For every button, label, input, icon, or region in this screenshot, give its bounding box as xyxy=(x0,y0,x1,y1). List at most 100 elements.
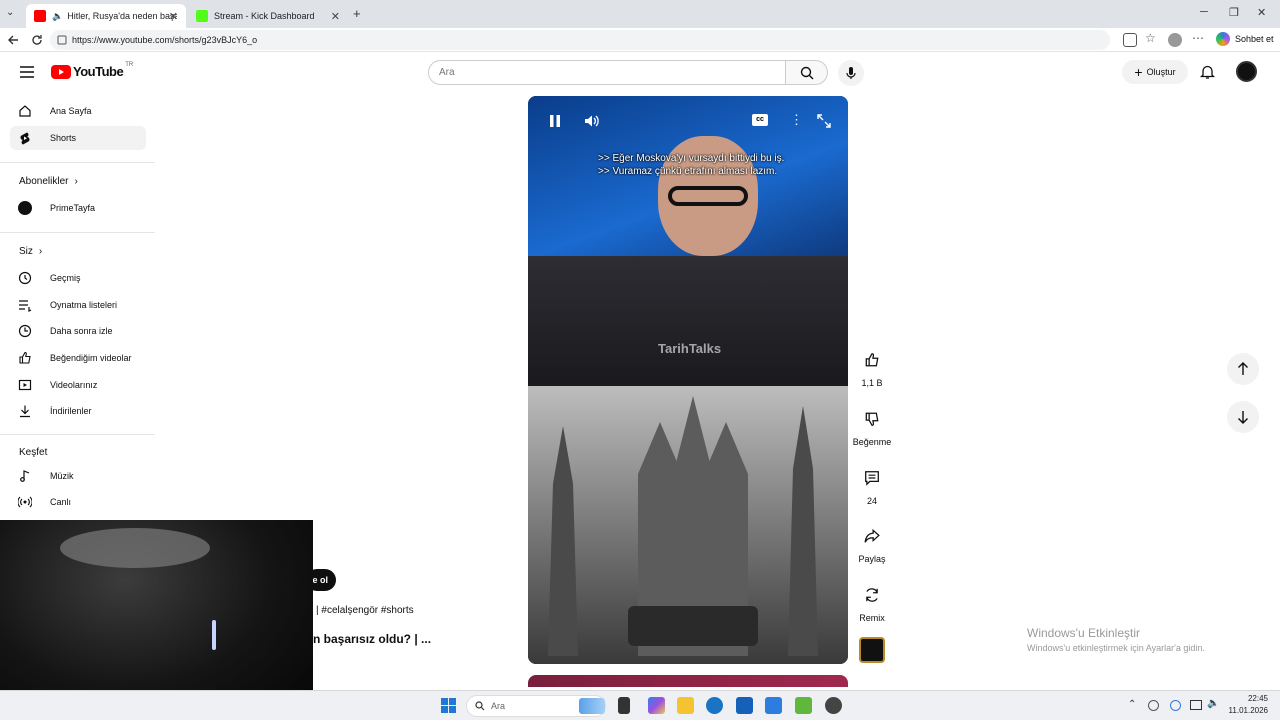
video-frame-kremlin xyxy=(528,386,848,664)
tray-app-icon[interactable] xyxy=(1148,700,1159,711)
create-button[interactable]: + Oluştur xyxy=(1122,60,1188,84)
channel-thumbnail-icon[interactable] xyxy=(859,637,885,663)
taskbar-search[interactable]: Ara xyxy=(466,695,606,717)
browser-extension-icon[interactable] xyxy=(1123,33,1137,47)
history-icon xyxy=(18,271,32,285)
mail-icon[interactable] xyxy=(765,697,782,714)
you-header[interactable]: Siz › xyxy=(19,246,42,257)
sidebar-item-label: Müzik xyxy=(50,471,74,481)
sidebar-item-subscription[interactable]: PrimeTayfa xyxy=(10,196,146,220)
taskbar-clock[interactable]: 22:45 11.01.2026 xyxy=(1224,693,1268,717)
more-options-icon[interactable]: ⋯ xyxy=(1192,31,1204,45)
tank xyxy=(628,606,758,646)
tab-label: Hitler, Rusya'da neden başarı... xyxy=(67,11,178,21)
dislike-button[interactable]: Beğenme xyxy=(850,405,894,447)
next-short-preview[interactable] xyxy=(528,675,848,687)
more-vertical-icon[interactable]: ⋮ xyxy=(790,113,803,126)
video-icon xyxy=(18,379,32,391)
video-title-fragment[interactable]: n başarısız oldu? | ... xyxy=(313,632,431,646)
sidebar-item-playlists[interactable]: Oynatma listeleri xyxy=(10,293,146,317)
clock-date: 11.01.2026 xyxy=(1228,706,1268,715)
new-tab-icon[interactable]: + xyxy=(353,6,361,21)
tab-kick[interactable]: Stream - Kick Dashboard ✕ xyxy=(188,4,348,28)
sidebar-item-live[interactable]: Canlı xyxy=(10,490,146,514)
previous-short-button[interactable] xyxy=(1227,353,1259,385)
subscriptions-header[interactable]: Abonelikler › xyxy=(19,176,78,187)
app-shield-icon[interactable] xyxy=(795,697,812,714)
pause-icon[interactable] xyxy=(548,114,562,128)
back-icon[interactable] xyxy=(6,33,20,47)
kick-favicon-icon xyxy=(196,10,208,22)
chevron-right-icon: › xyxy=(38,246,43,257)
subscriptions-title: Abonelikler xyxy=(19,176,69,187)
sidebar-item-watch-later[interactable]: Daha sonra izle xyxy=(10,319,146,343)
comment-count: 24 xyxy=(866,496,877,506)
you-title: Siz xyxy=(19,246,33,257)
address-bar[interactable]: https://www.youtube.com/shorts/g23vBJcY6… xyxy=(50,30,1110,50)
task-view-icon[interactable] xyxy=(618,697,630,714)
close-window-icon[interactable]: ✕ xyxy=(1257,6,1266,19)
sidebar-item-label: Canlı xyxy=(50,497,72,507)
share-button[interactable]: Paylaş xyxy=(850,522,894,564)
sidebar-item-your-videos[interactable]: Videolarınız xyxy=(10,373,146,397)
microphone-icon xyxy=(846,67,856,79)
restore-icon[interactable]: ❐ xyxy=(1229,6,1239,19)
network-icon[interactable] xyxy=(1190,700,1202,710)
volume-tray-icon[interactable]: 🔈 xyxy=(1207,698,1219,709)
tray-app-icon[interactable] xyxy=(1170,700,1181,711)
fullscreen-icon[interactable] xyxy=(817,114,831,128)
sidebar-item-shorts[interactable]: Shorts xyxy=(10,126,146,150)
playlist-icon xyxy=(19,300,32,312)
youtube-header: YouTube TR Ara + Oluştur xyxy=(0,52,1280,92)
sidebar-item-label: Beğendiğim videolar xyxy=(50,353,132,363)
site-info-icon[interactable] xyxy=(57,35,67,45)
youtube-logo[interactable]: YouTube TR xyxy=(51,62,133,79)
sidebar-item-downloads[interactable]: İndirilenler xyxy=(10,399,146,423)
video-hashtags[interactable]: | #celalşengör #shorts xyxy=(316,605,414,616)
channel-watermark: TarihTalks xyxy=(658,341,722,356)
volume-icon[interactable] xyxy=(584,114,600,128)
sidebar-item-music[interactable]: Müzik xyxy=(10,464,146,488)
explore-title: Keşfet xyxy=(19,447,48,458)
tab-youtube[interactable]: 🔈 Hitler, Rusya'da neden başarı... ✕ xyxy=(26,4,186,28)
webcam-lamp-glow xyxy=(60,528,210,568)
account-avatar[interactable] xyxy=(1236,61,1257,82)
reload-icon[interactable] xyxy=(30,33,44,47)
sidebar-divider xyxy=(0,232,155,233)
browser-tabstrip: ⌄ 🔈 Hitler, Rusya'da neden başarı... ✕ S… xyxy=(0,0,1280,28)
voice-search-button[interactable] xyxy=(838,60,864,86)
favorites-star-icon[interactable]: ☆ xyxy=(1145,31,1156,45)
explore-header: Keşfet xyxy=(19,447,47,458)
logo-text: YouTube xyxy=(73,64,124,79)
obs-icon[interactable] xyxy=(825,697,842,714)
like-button[interactable]: 1,1 B xyxy=(850,346,894,388)
search-input[interactable]: Ara xyxy=(428,60,786,85)
edge-browser-icon[interactable] xyxy=(706,697,723,714)
next-short-button[interactable] xyxy=(1227,401,1259,433)
closed-captions-icon[interactable]: cc xyxy=(752,114,768,126)
presenter-suit xyxy=(528,256,848,386)
copilot-icon[interactable] xyxy=(1216,32,1230,46)
file-explorer-icon[interactable] xyxy=(677,697,694,714)
comments-button[interactable]: 24 xyxy=(850,464,894,506)
remix-button[interactable]: Remix xyxy=(850,581,894,623)
copilot-label[interactable]: Sohbet et xyxy=(1235,34,1274,44)
channel-avatar-icon xyxy=(18,201,32,215)
windows-start-icon[interactable] xyxy=(441,698,456,713)
close-tab-icon[interactable]: ✕ xyxy=(169,10,178,23)
minimize-icon[interactable]: ─ xyxy=(1200,6,1208,18)
sidebar-item-home[interactable]: Ana Sayfa xyxy=(10,99,146,123)
tray-chevron-icon[interactable]: ⌃ xyxy=(1128,699,1136,710)
store-icon[interactable] xyxy=(736,697,753,714)
tab-list-chevron-icon[interactable]: ⌄ xyxy=(6,7,14,18)
sidebar-item-history[interactable]: Geçmiş xyxy=(10,266,146,290)
close-tab-icon[interactable]: ✕ xyxy=(331,10,340,23)
sidebar-item-liked-videos[interactable]: Beğendiğim videolar xyxy=(10,346,146,370)
profile-avatar-icon[interactable] xyxy=(1168,33,1182,47)
copilot-taskbar-icon[interactable] xyxy=(648,697,665,714)
notifications-bell-icon[interactable] xyxy=(1200,64,1215,80)
shorts-video-player[interactable]: >> Eğer Moskova'yı vursaydı bittiydi bu … xyxy=(528,96,848,664)
search-button[interactable] xyxy=(786,60,828,85)
hamburger-menu-icon[interactable] xyxy=(19,65,35,79)
windows-activation-title: Windows'u Etkinleştir xyxy=(1027,626,1140,640)
